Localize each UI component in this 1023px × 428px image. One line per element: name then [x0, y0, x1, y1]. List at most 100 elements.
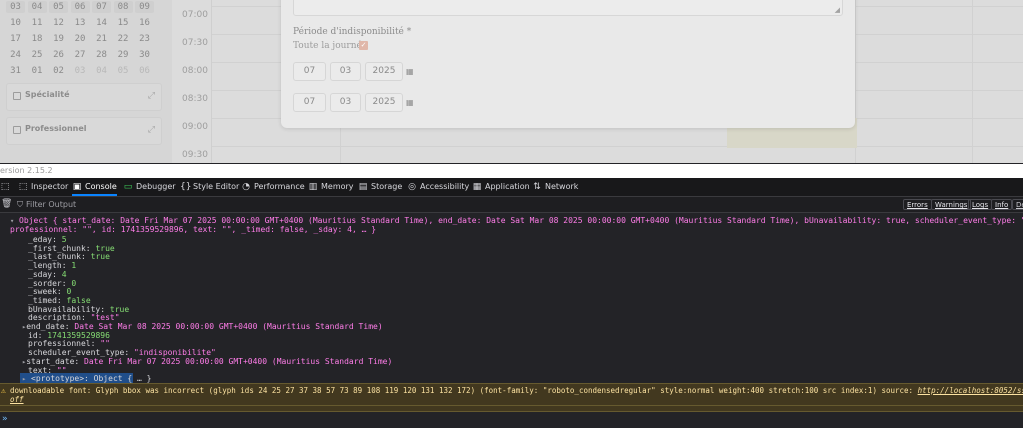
calendar-day[interactable]: 16	[135, 17, 154, 29]
warning-source-link-cont[interactable]: off	[10, 395, 24, 404]
property-value: ""	[100, 339, 110, 349]
calendar-icon[interactable]: ▦	[406, 98, 415, 107]
calendar-day[interactable]: 10	[6, 17, 25, 29]
calendar-day[interactable]: 20	[71, 33, 90, 45]
all-day-checkbox[interactable]: ✓	[359, 41, 368, 50]
object-property-row[interactable]: ▸start_date: Date Fri Mar 07 2025 00:00:…	[22, 357, 392, 366]
description-textarea[interactable]: ◢	[293, 0, 843, 16]
tab-inspector[interactable]: ⬚ Inspector	[18, 178, 69, 196]
calendar-day[interactable]: 19	[49, 33, 68, 45]
calendar-day[interactable]: 26	[49, 49, 68, 61]
calendar-day[interactable]: 31	[6, 65, 25, 77]
tab-debugger[interactable]: ▭ Debugger	[123, 178, 176, 196]
calendar-day[interactable]: 22	[114, 33, 133, 45]
log-summary-line[interactable]: ▾ Object { start_date: Date Fri Mar 07 2…	[10, 216, 1023, 225]
tab-accessibility[interactable]: ◎ Accessibility	[407, 178, 469, 196]
level-info[interactable]: Info	[991, 199, 1013, 210]
end-month-field[interactable]: 03	[330, 93, 361, 112]
calendar-day[interactable]: 06	[70, 1, 90, 13]
calendar-day[interactable]: 25	[28, 49, 47, 61]
calendar-day[interactable]: 12	[49, 17, 68, 29]
accordion-professionnel[interactable]: Professionnel ⤢	[6, 117, 162, 145]
calendar-day[interactable]: 05	[49, 1, 68, 13]
calendar-day[interactable]: 03	[71, 65, 90, 77]
calendar-day[interactable]: 13	[71, 17, 90, 29]
calendar-day[interactable]: 17	[6, 33, 25, 45]
property-value: 0	[66, 287, 72, 297]
filter-output-input[interactable]: ⛉ Filter Output	[17, 197, 76, 212]
property-separator: :	[80, 252, 91, 262]
clear-console-trash-icon[interactable]: 🗑	[1, 199, 12, 209]
tab-network[interactable]: ⇅ Network	[532, 178, 578, 196]
calendar-day[interactable]: 01	[28, 65, 47, 77]
level-warnings[interactable]: Warnings	[931, 199, 972, 210]
calendar-day[interactable]: 08	[113, 1, 133, 13]
calendar-day[interactable]: 23	[135, 33, 154, 45]
expand-triangle-icon[interactable]: ▾	[10, 217, 14, 225]
prototype-key: <prototype>	[31, 374, 85, 383]
resize-grip-icon[interactable]: ◢	[835, 6, 840, 14]
property-key: _eday	[28, 235, 53, 244]
expand-triangle-icon[interactable]: ▸	[22, 375, 26, 383]
calendar-day[interactable]: 03	[6, 1, 25, 13]
start-month-field[interactable]: 03	[330, 62, 361, 81]
network-icon: ⇅	[533, 182, 541, 192]
calendar-day[interactable]: 24	[6, 49, 25, 61]
expand-icon[interactable]: ⤢	[148, 91, 155, 101]
object-property-row: _first_chunk: true	[28, 244, 115, 253]
calendar-day[interactable]: 28	[92, 49, 111, 61]
calendar-day[interactable]: 27	[71, 49, 90, 61]
start-day-field[interactable]: 07	[293, 62, 326, 81]
prototype-row[interactable]: ▸ <prototype>: Object { … }	[22, 374, 151, 383]
property-value: "indisponibilite"	[133, 348, 216, 358]
accordion-specialite[interactable]: Spécialité ⤢	[6, 83, 162, 111]
tab-application[interactable]: ▦ Application	[472, 178, 530, 196]
calendar-day[interactable]: 15	[114, 17, 133, 29]
tab-style-editor[interactable]: {} Style Editor	[180, 178, 239, 196]
tab-storage[interactable]: ▤ Storage	[358, 178, 403, 196]
calendar-day[interactable]: 11	[28, 17, 47, 29]
calendar-day[interactable]: 07	[92, 1, 111, 13]
end-day-field[interactable]: 07	[293, 93, 326, 112]
object-property-row: _sday: 4	[28, 270, 67, 279]
tab-performance[interactable]: ◔ Performance	[241, 178, 305, 196]
font-warning-row[interactable]: ⚠ downloadable font: Glyph bbox was inco…	[0, 383, 1023, 406]
property-value: 1	[71, 261, 77, 271]
period-label: Période d'indisponibilité *	[293, 27, 412, 37]
app-area: 03 04 05 06 07 08 09 10 11 12 13 14 15 16 17 18 19 20 21 22…	[0, 0, 1023, 163]
filter-icon: ⛉	[17, 200, 23, 209]
level-errors[interactable]: Errors	[903, 199, 932, 210]
object-property-row[interactable]: ▸end_date: Date Sat Mar 08 2025 00:00:00…	[22, 322, 383, 331]
calendar-day[interactable]: 30	[135, 49, 154, 61]
calendar-day[interactable]: 02	[49, 65, 68, 77]
console-input-prompt[interactable]: »	[2, 414, 7, 424]
object-summary-text: professionnel: "", id: 1741359529896, te…	[10, 225, 377, 234]
devtools-tabbar: ⬚ ⬚ Inspector ▣ Console ▭ Debugger {} Style …	[0, 178, 1023, 197]
time-slot-label: 09:30	[182, 150, 208, 160]
level-logs[interactable]: Logs	[968, 199, 993, 210]
level-debug[interactable]: Deb	[1012, 199, 1023, 210]
calendar-day[interactable]: 04	[27, 1, 47, 13]
property-separator: :	[74, 356, 85, 366]
start-year-field[interactable]: 2025	[365, 62, 403, 81]
tab-memory[interactable]: ▥ Memory	[308, 178, 354, 196]
font-warning-row-partial[interactable]	[0, 406, 1023, 412]
calendar-day[interactable]: 14	[92, 17, 111, 29]
warning-source-link[interactable]: http://localhost:8052/ssp/code/css/fonts…	[918, 386, 1023, 395]
pick-element-icon[interactable]: ⬚	[0, 178, 10, 196]
calendar-day[interactable]: 29	[114, 49, 133, 61]
calendar-day[interactable]: 06	[135, 65, 154, 77]
calendar-icon[interactable]: ▦	[406, 67, 415, 76]
filter-placeholder: Filter Output	[26, 200, 77, 209]
property-separator: :	[37, 330, 48, 340]
calendar-day[interactable]: 09	[135, 1, 154, 13]
end-year-field[interactable]: 2025	[365, 93, 403, 112]
object-property-row: bUnavailability: true	[28, 305, 129, 314]
calendar-day[interactable]: 18	[28, 33, 47, 45]
calendar-day[interactable]: 05	[114, 65, 133, 77]
calendar-day[interactable]: 21	[92, 33, 111, 45]
expand-icon[interactable]: ⤢	[148, 125, 155, 135]
tab-console[interactable]: ▣ Console	[72, 178, 117, 196]
calendar-day[interactable]: 04	[92, 65, 111, 77]
console-output[interactable]: ▾ Object { start_date: Date Fri Mar 07 2…	[0, 213, 1023, 428]
